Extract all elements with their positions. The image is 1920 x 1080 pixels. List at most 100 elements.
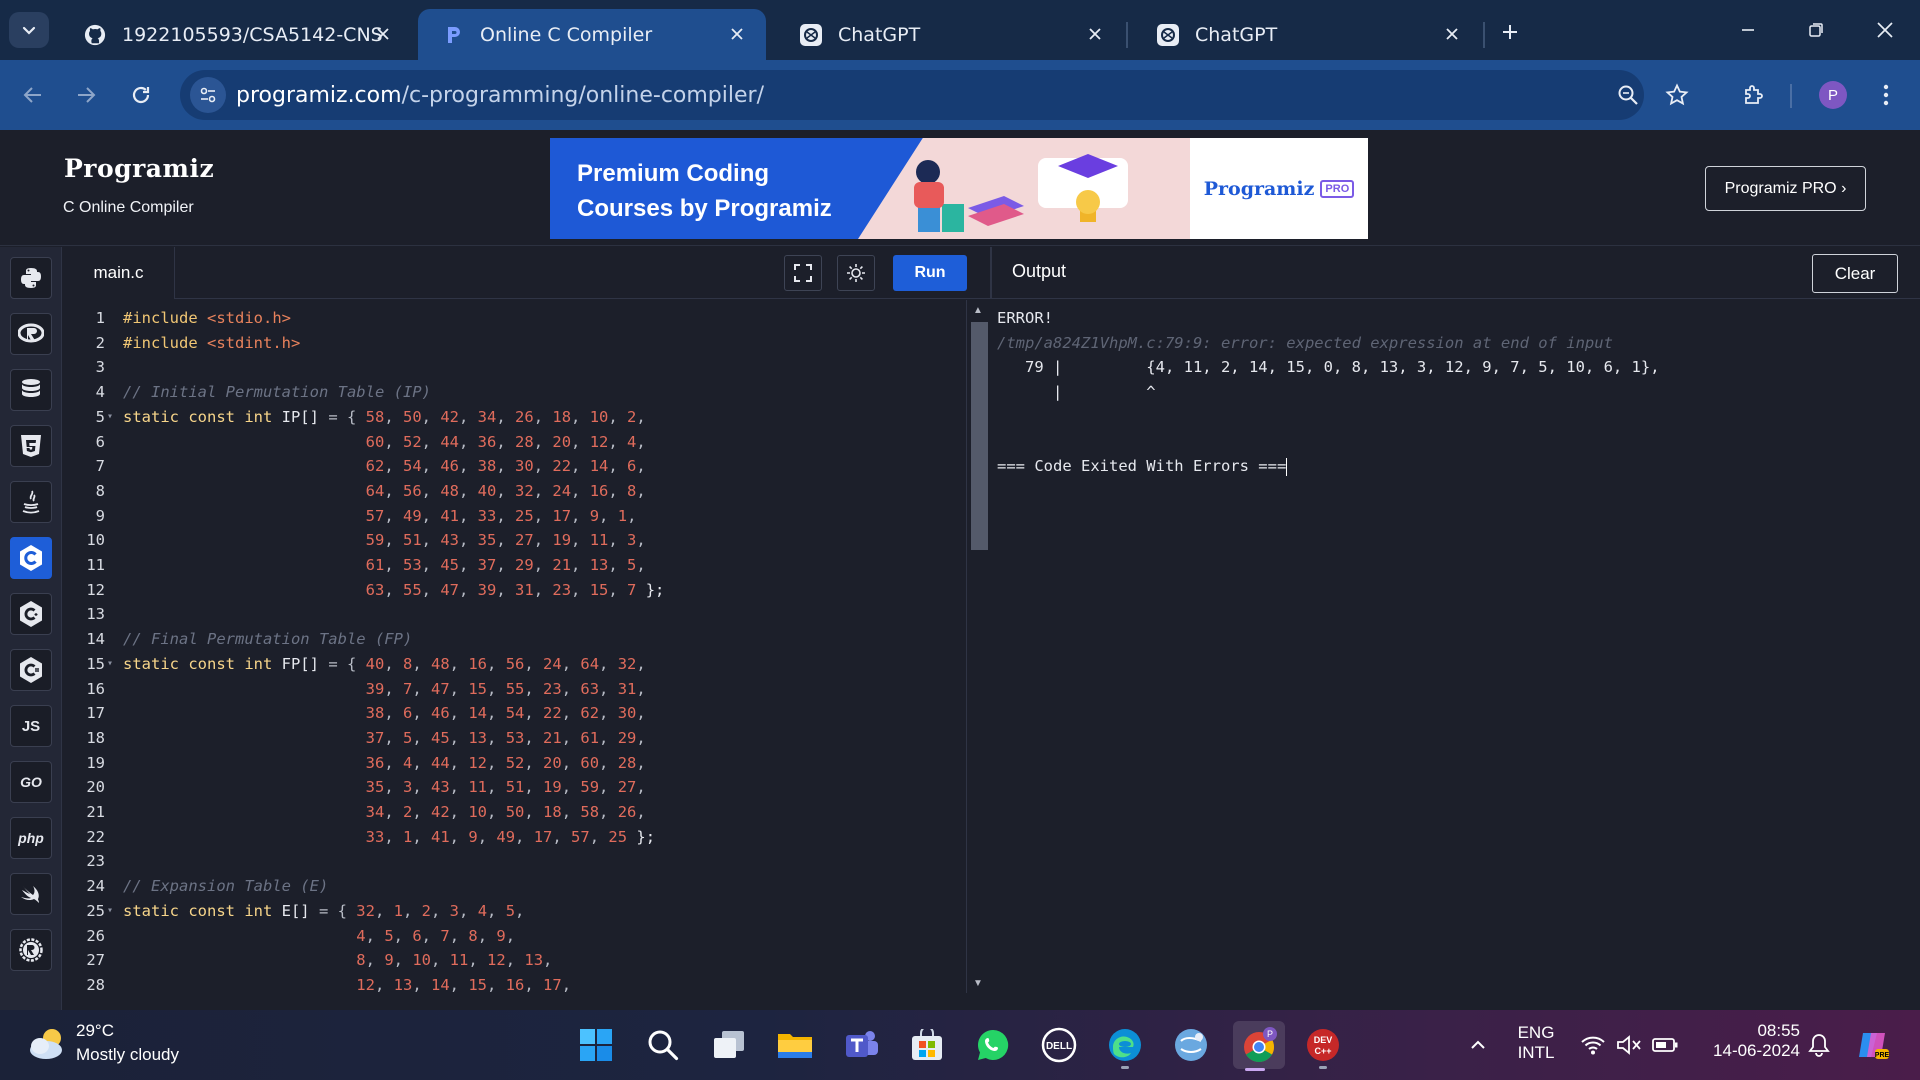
- code-line[interactable]: 18 37, 5, 45, 13, 53, 21, 61, 29,: [63, 726, 963, 751]
- weather-temperature[interactable]: 29°C: [76, 1021, 114, 1041]
- language-java[interactable]: [10, 481, 52, 523]
- battery-icon[interactable]: [1641, 1023, 1689, 1067]
- programiz-pro-button[interactable]: Programiz PRO ›: [1705, 166, 1866, 211]
- clock[interactable]: 08:55 14-06-2024: [1690, 1021, 1800, 1061]
- reload-button[interactable]: [123, 77, 159, 113]
- language-go[interactable]: GO: [10, 761, 52, 803]
- code-line[interactable]: 1 #include <stdio.h>: [63, 306, 963, 331]
- language-indicator[interactable]: ENG INTL: [1504, 1023, 1568, 1063]
- language-html[interactable]: [10, 425, 52, 467]
- language-swift[interactable]: [10, 873, 52, 915]
- code-line[interactable]: 4 // Initial Permutation Table (IP): [63, 380, 963, 405]
- minimize-window-button[interactable]: [1723, 10, 1773, 50]
- close-tab-icon[interactable]: [372, 23, 394, 45]
- code-line[interactable]: 11 61, 53, 45, 37, 29, 21, 13, 5,: [63, 553, 963, 578]
- browser-tab-online-c-compiler[interactable]: Online C Compiler: [418, 9, 766, 60]
- windows-start-icon[interactable]: [574, 1023, 618, 1067]
- code-line[interactable]: 23: [63, 849, 963, 874]
- code-line[interactable]: 6 60, 52, 44, 36, 28, 20, 12, 4,: [63, 430, 963, 455]
- close-tab-icon[interactable]: [1441, 23, 1463, 45]
- search-icon[interactable]: [641, 1023, 685, 1067]
- code-line[interactable]: 27 8, 9, 10, 11, 12, 13,: [63, 948, 963, 973]
- close-window-button[interactable]: [1860, 10, 1910, 50]
- close-tab-icon[interactable]: [1084, 23, 1106, 45]
- language-php[interactable]: php: [10, 817, 52, 859]
- code-line[interactable]: 15 ▾ static const int FP[] = { 40, 8, 48, …: [63, 652, 963, 677]
- zoom-button[interactable]: [1610, 77, 1646, 113]
- language-sql[interactable]: [10, 369, 52, 411]
- close-tab-icon[interactable]: [726, 23, 748, 45]
- app-icon[interactable]: [1169, 1023, 1213, 1067]
- code-line[interactable]: 28 12, 13, 14, 15, 16, 17,: [63, 973, 963, 998]
- code-line[interactable]: 25 ▾ static const int E[] = { 32, 1, 2, 3,…: [63, 899, 963, 924]
- code-line[interactable]: 17 38, 6, 46, 14, 54, 22, 62, 30,: [63, 701, 963, 726]
- devcpp-icon[interactable]: DEV C++: [1301, 1023, 1345, 1069]
- language-javascript[interactable]: JS: [10, 705, 52, 747]
- language-python[interactable]: [10, 257, 52, 299]
- dell-icon[interactable]: DELL: [1037, 1023, 1081, 1067]
- weather-description[interactable]: Mostly cloudy: [76, 1045, 179, 1065]
- new-tab-button[interactable]: [1494, 16, 1526, 48]
- code-line[interactable]: 3: [63, 355, 963, 380]
- code-line[interactable]: 12 63, 55, 47, 39, 31, 23, 15, 7 };: [63, 578, 963, 603]
- notification-bell-icon[interactable]: [1797, 1023, 1841, 1067]
- code-line[interactable]: 7 62, 54, 46, 38, 30, 22, 14, 6,: [63, 454, 963, 479]
- browser-menu-button[interactable]: [1868, 77, 1904, 113]
- language-cpp[interactable]: [10, 593, 52, 635]
- back-button[interactable]: [15, 77, 51, 113]
- language-csharp[interactable]: [10, 649, 52, 691]
- code-line[interactable]: 26 4, 5, 6, 7, 8, 9,: [63, 924, 963, 949]
- edge-icon[interactable]: [1103, 1023, 1147, 1069]
- code-line[interactable]: 16 39, 7, 47, 15, 55, 23, 63, 31,: [63, 677, 963, 702]
- fullscreen-button[interactable]: [784, 255, 822, 291]
- task-view-icon[interactable]: [707, 1023, 751, 1067]
- copilot-icon[interactable]: PRE: [1851, 1023, 1895, 1067]
- code-line[interactable]: 22 33, 1, 41, 9, 49, 17, 57, 25 };: [63, 825, 963, 850]
- ad-banner[interactable]: Premium Coding Courses by Programiz Prog…: [550, 138, 1368, 239]
- language-c[interactable]: [10, 537, 52, 579]
- code-line[interactable]: 10 59, 51, 43, 35, 27, 19, 11, 3,: [63, 528, 963, 553]
- output-console[interactable]: ERROR! /tmp/a824Z1VhpM.c:79:9: error: exp…: [992, 300, 1920, 1010]
- tab-search-button[interactable]: [9, 12, 49, 48]
- code-line[interactable]: 8 64, 56, 48, 40, 32, 24, 16, 8,: [63, 479, 963, 504]
- code-line[interactable]: 13: [63, 602, 963, 627]
- profile-avatar[interactable]: P: [1819, 81, 1847, 109]
- file-explorer-icon[interactable]: [773, 1023, 817, 1067]
- theme-toggle-button[interactable]: [837, 255, 875, 291]
- chrome-icon[interactable]: P: [1233, 1021, 1285, 1071]
- scroll-up-icon[interactable]: ▲: [973, 305, 983, 316]
- weather-cloud-icon[interactable]: [26, 1024, 70, 1064]
- run-button[interactable]: Run: [893, 255, 967, 291]
- scrollbar-thumb[interactable]: [971, 322, 988, 550]
- forward-button[interactable]: [68, 77, 104, 113]
- code-line[interactable]: 20 35, 3, 43, 11, 51, 19, 59, 27,: [63, 775, 963, 800]
- restore-window-button[interactable]: [1791, 10, 1841, 50]
- code-line[interactable]: 5 ▾ static const int IP[] = { 58, 50, 42, …: [63, 405, 963, 430]
- url-text[interactable]: programiz.com/c-programming/online-compi…: [236, 83, 764, 108]
- code-line[interactable]: 9 57, 49, 41, 33, 25, 17, 9, 1,: [63, 504, 963, 529]
- microsoft-store-icon[interactable]: [905, 1023, 949, 1067]
- file-tab-main-c[interactable]: main.c: [63, 247, 175, 299]
- browser-tab-chatgpt-2[interactable]: ChatGPT: [1133, 9, 1481, 60]
- clear-button[interactable]: Clear: [1812, 254, 1898, 293]
- extensions-button[interactable]: [1735, 77, 1771, 113]
- code-line[interactable]: 14 // Final Permutation Table (FP): [63, 627, 963, 652]
- editor-scrollbar[interactable]: ▲ ▼: [966, 300, 990, 993]
- teams-icon[interactable]: [839, 1023, 883, 1067]
- fold-toggle-icon[interactable]: ▾: [107, 652, 113, 677]
- scroll-down-icon[interactable]: ▼: [973, 978, 983, 989]
- language-r[interactable]: [10, 313, 52, 355]
- fold-toggle-icon[interactable]: ▾: [107, 405, 113, 430]
- fold-toggle-icon[interactable]: ▾: [107, 899, 113, 924]
- chevron-up-icon[interactable]: [1456, 1023, 1500, 1067]
- code-line[interactable]: 2 #include <stdint.h>: [63, 331, 963, 356]
- browser-tab-chatgpt-1[interactable]: ChatGPT: [776, 9, 1124, 60]
- address-bar[interactable]: programiz.com/c-programming/online-compi…: [180, 70, 1644, 120]
- code-line[interactable]: 21 34, 2, 42, 10, 50, 18, 58, 26,: [63, 800, 963, 825]
- code-line[interactable]: 24 // Expansion Table (E): [63, 874, 963, 899]
- code-line[interactable]: 19 36, 4, 44, 12, 52, 20, 60, 28,: [63, 751, 963, 776]
- language-rust[interactable]: [10, 929, 52, 971]
- whatsapp-icon[interactable]: [971, 1023, 1015, 1067]
- bookmark-button[interactable]: [1659, 77, 1695, 113]
- programiz-logo[interactable]: Programiz: [64, 154, 214, 183]
